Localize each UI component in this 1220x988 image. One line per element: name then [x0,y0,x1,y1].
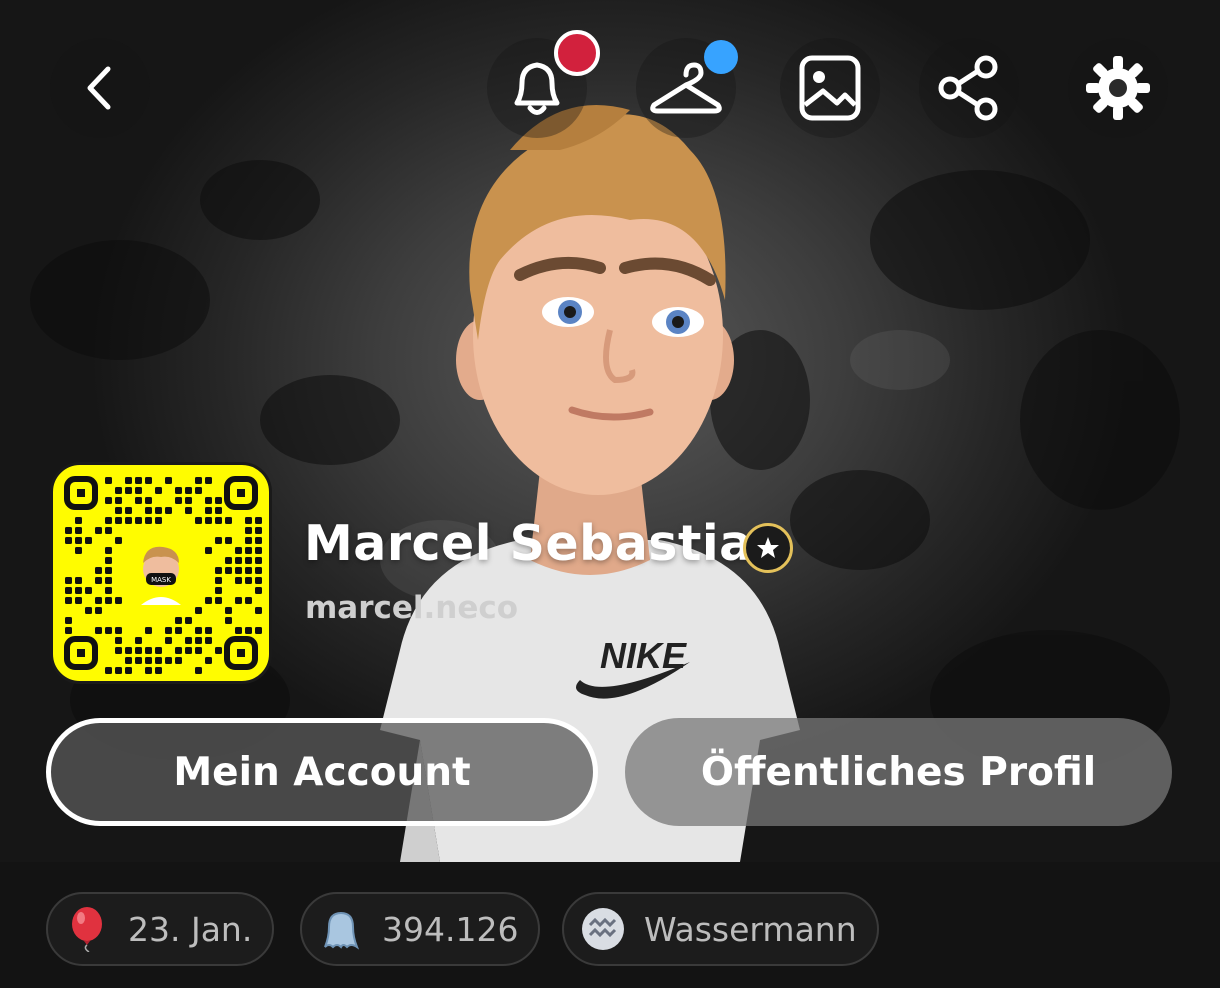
snapscore-chip[interactable]: 394.126 [300,892,541,966]
notification-badge [554,30,600,76]
share-icon [938,55,998,121]
balloon-icon [64,906,110,952]
photo-icon [799,55,861,121]
snapcode-mask-text: MASK [151,576,171,584]
ghost-icon [318,906,364,952]
snapcode-pattern: MASK [64,476,262,674]
star-icon [757,537,779,558]
username: marcel.neco [305,590,519,626]
back-button[interactable] [50,38,150,138]
public-profile-button[interactable]: Öffentliches Profil [625,718,1172,826]
settings-button[interactable] [1068,38,1168,138]
aquarius-icon [580,906,626,952]
zodiac-label: Wassermann [644,909,857,949]
outfit-badge [704,40,738,74]
snapcode[interactable]: MASK [50,462,272,684]
chevron-left-icon [87,66,111,110]
birthday-chip[interactable]: 23. Jan. [46,892,275,966]
snapscore-label: 394.126 [382,909,519,949]
display-name: Marcel Sebastian [304,515,789,572]
birthday-label: 23. Jan. [128,909,253,949]
share-button[interactable] [919,38,1019,138]
background-button[interactable] [780,38,880,138]
zodiac-chip[interactable]: Wassermann [562,892,879,966]
profile-info-chips: 23. Jan. 394.126 Wassermann [0,862,1220,988]
profile-hero: NIKE MASK Marcel Sebastian marcel.neco M… [0,0,1220,862]
gear-icon [1086,56,1150,120]
my-account-button[interactable]: Mein Account [46,718,598,826]
verified-badge[interactable] [743,523,793,573]
